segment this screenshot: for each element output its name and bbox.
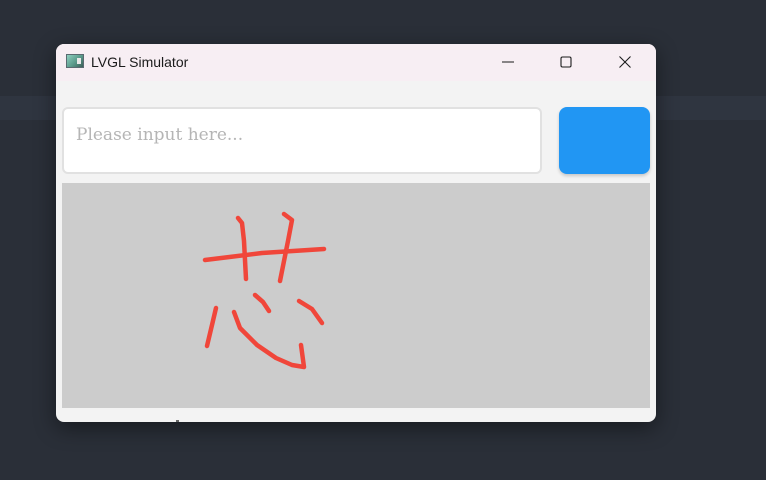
stroke-center-dot <box>252 292 272 314</box>
stroke-left-vertical <box>235 215 249 282</box>
stroke-left-dot <box>204 305 219 349</box>
close-icon <box>619 56 631 68</box>
handwriting-strokes <box>202 211 327 370</box>
window-title: LVGL Simulator <box>91 54 189 70</box>
close-button[interactable] <box>597 44 655 81</box>
action-button[interactable] <box>559 107 650 174</box>
bottom-edge-mark <box>176 420 179 422</box>
lvgl-app-icon <box>66 54 84 68</box>
minimize-button[interactable] <box>480 44 538 81</box>
stroke-right-dot <box>296 298 325 326</box>
text-input-area[interactable]: Please input here... <box>62 107 542 174</box>
maximize-icon <box>560 56 572 68</box>
handwriting-canvas[interactable] <box>62 183 650 408</box>
maximize-button[interactable] <box>538 44 596 81</box>
stroke-hook <box>231 309 307 370</box>
input-placeholder: Please input here... <box>76 125 244 145</box>
minimize-icon <box>502 61 514 63</box>
stroke-horizontal <box>202 246 327 263</box>
stroke-right-vertical <box>277 211 295 284</box>
simulator-window: LVGL Simulator Please input here... <box>56 44 656 422</box>
title-bar[interactable]: LVGL Simulator <box>56 44 656 81</box>
